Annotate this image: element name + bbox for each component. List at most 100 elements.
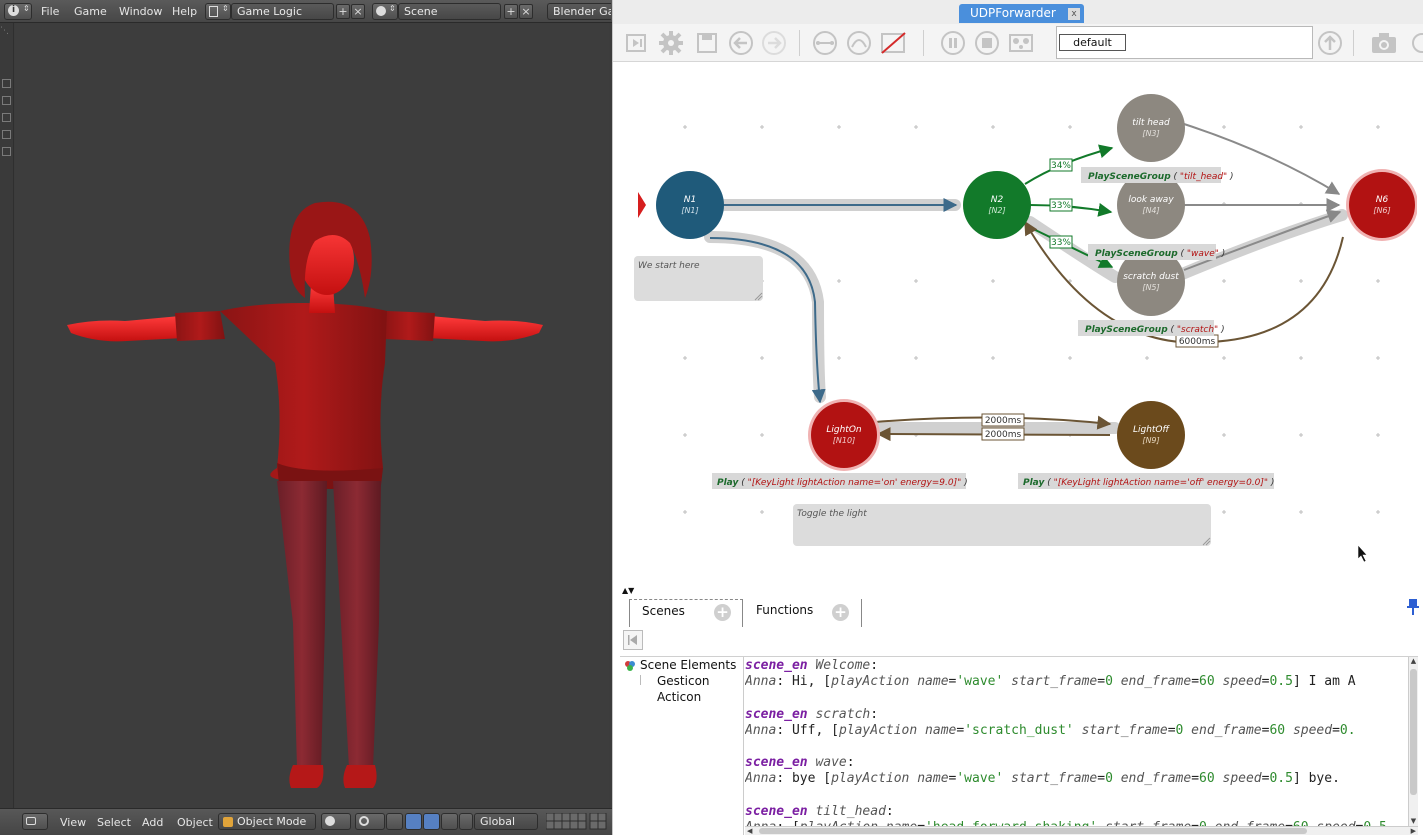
scene-dialogue-line: Anna: Uff, [playAction name='scratch_dus… xyxy=(745,722,1356,738)
edge-label-n4[interactable]: 33% xyxy=(1049,198,1073,212)
rotate-manipulator-icon[interactable] xyxy=(423,813,440,830)
command-wave[interactable]: PlaySceneGroup ( "wave" ) xyxy=(1088,244,1225,260)
settings-gear-icon[interactable] xyxy=(657,29,685,57)
scene-script-editor[interactable]: scene_en Welcome: Anna: Hi, [playAction n… xyxy=(745,657,1409,827)
strip-tab-icon[interactable] xyxy=(2,113,11,122)
menu-object[interactable]: Object xyxy=(177,816,213,829)
upload-icon[interactable] xyxy=(1316,29,1344,57)
remove-scene-button[interactable]: × xyxy=(519,4,533,19)
scroll-right-icon[interactable]: ▶ xyxy=(1411,827,1416,835)
overflow-icon[interactable] xyxy=(1408,29,1423,57)
redo-icon[interactable] xyxy=(760,29,788,57)
3d-viewport[interactable] xyxy=(15,23,609,808)
menu-view[interactable]: View xyxy=(60,816,86,829)
svg-text:scratch dust: scratch dust xyxy=(1123,272,1179,282)
add-screen-button[interactable]: + xyxy=(336,4,350,19)
tree-root[interactable]: Scene Elements xyxy=(640,658,736,672)
command-light-off[interactable]: Play ( "[KeyLight lightAction name='off'… xyxy=(1018,473,1274,489)
toolbar-separator xyxy=(799,30,800,56)
scene-icon[interactable]: ⇕ xyxy=(372,3,398,20)
scene-header-line: scene_en Welcome: xyxy=(745,658,879,673)
scroll-left-icon[interactable]: ◀ xyxy=(747,827,752,835)
command-scratch[interactable]: PlaySceneGroup ( "scratch" ) xyxy=(1078,320,1225,336)
start-marker-icon xyxy=(638,192,646,218)
orientation-select[interactable]: Global xyxy=(474,813,538,830)
add-scene-icon[interactable]: + xyxy=(714,604,731,621)
edge-label-n5[interactable]: 33% xyxy=(1049,235,1073,249)
menu-add[interactable]: Add xyxy=(142,816,163,829)
edge-label-n3[interactable]: 34% xyxy=(1049,158,1073,172)
render-engine-select[interactable]: Blender Gam xyxy=(547,3,611,20)
scroll-up-icon[interactable]: ▲ xyxy=(1409,657,1418,667)
pause-icon[interactable] xyxy=(939,29,967,57)
node-n2[interactable]: N2[N2] xyxy=(963,171,1031,239)
scene-flow-graph[interactable]: 34% 33% 33% 6000ms 2000ms 2000ms N1 [N1] … xyxy=(620,62,1417,584)
graph-canvas[interactable]: 34% 33% 33% 6000ms 2000ms 2000ms N1[N1] … xyxy=(620,62,1417,584)
stop-icon[interactable] xyxy=(973,29,1001,57)
tree-item-acticon[interactable]: Acticon xyxy=(657,690,701,704)
tree-item-gesticon[interactable]: Gesticon xyxy=(657,674,710,688)
manipulator-toggle-icon[interactable] xyxy=(386,813,403,830)
vertical-scroll-thumb[interactable] xyxy=(1410,669,1417,795)
run-to-end-icon[interactable] xyxy=(623,29,651,57)
remove-screen-button[interactable]: × xyxy=(351,4,365,19)
strip-handle-icon[interactable]: ⋱ xyxy=(0,26,13,36)
window-title-tab[interactable]: UDPForwarder x xyxy=(959,4,1084,23)
strip-tab-icon[interactable] xyxy=(2,147,11,156)
menu-window[interactable]: Window xyxy=(119,5,162,18)
menu-file[interactable]: File xyxy=(41,5,59,18)
straight-edge-icon[interactable] xyxy=(811,29,839,57)
shading-select-icon[interactable] xyxy=(321,813,351,830)
strip-tab-icon[interactable] xyxy=(2,96,11,105)
collapse-toggle-icon[interactable]: ▲▼ xyxy=(622,586,634,595)
vertical-scrollbar[interactable]: ▲ ▼ xyxy=(1408,657,1418,827)
save-icon[interactable] xyxy=(693,29,721,57)
no-edges-icon[interactable] xyxy=(879,29,907,57)
node-n3[interactable]: tilt head[N3] xyxy=(1117,94,1185,162)
edge-n5-n6[interactable] xyxy=(1183,209,1342,271)
horizontal-scrollbar[interactable]: ◀ ▶ xyxy=(745,826,1418,835)
command-tilt-head[interactable]: PlaySceneGroup ( "tilt_head" ) xyxy=(1081,167,1234,183)
add-function-icon[interactable]: + xyxy=(832,604,849,621)
visualize-icon[interactable] xyxy=(1007,29,1035,57)
command-light-on[interactable]: Play ( "[KeyLight lightAction name='on' … xyxy=(712,473,968,489)
scale-manipulator-icon[interactable] xyxy=(441,813,458,830)
scene-select[interactable]: default xyxy=(1059,34,1126,51)
svg-text:6000ms: 6000ms xyxy=(1179,337,1216,347)
undo-icon[interactable] xyxy=(727,29,755,57)
node-lightoff[interactable]: LightOff[N9] xyxy=(1117,401,1185,469)
screen-layout-icon[interactable]: ⇕ xyxy=(205,3,231,20)
menu-select[interactable]: Select xyxy=(97,816,131,829)
menu-help[interactable]: Help xyxy=(172,5,197,18)
close-window-button[interactable]: x xyxy=(1068,8,1080,20)
edge-n3-n6[interactable] xyxy=(1183,123,1341,195)
comment-start[interactable]: We start here xyxy=(634,256,763,301)
edge-label-timeout-n6[interactable]: 6000ms xyxy=(1175,334,1219,348)
pin-icon[interactable] xyxy=(1406,598,1420,616)
node-n1[interactable]: N1[N1] xyxy=(656,171,724,239)
strip-tab-icon[interactable] xyxy=(2,79,11,88)
translate-manipulator-icon[interactable] xyxy=(405,813,422,830)
menu-game[interactable]: Game xyxy=(74,5,107,18)
node-n6[interactable]: N6[N6] xyxy=(1346,169,1417,241)
editor-toolbar-button[interactable] xyxy=(623,630,643,650)
horizontal-scroll-thumb[interactable] xyxy=(759,828,1307,834)
tab-functions[interactable]: Functions + xyxy=(744,599,862,627)
tab-scenes[interactable]: Scenes + xyxy=(629,599,743,627)
curved-edge-icon[interactable] xyxy=(845,29,873,57)
edge-label-timeout-off[interactable]: 2000ms xyxy=(981,427,1025,441)
comment-toggle-light[interactable]: Toggle the light xyxy=(793,504,1211,546)
manipulator-extra-icon[interactable] xyxy=(459,813,473,830)
view3d-editor-icon[interactable] xyxy=(22,813,48,830)
screen-layout-field[interactable]: Game Logic xyxy=(231,3,334,20)
edge-label-timeout-on[interactable]: 2000ms xyxy=(981,413,1025,427)
add-scene-button[interactable]: + xyxy=(504,4,518,19)
editor-type-info-icon[interactable]: i ⇕ xyxy=(4,3,32,20)
camera-icon[interactable] xyxy=(1370,29,1398,57)
svg-text:LightOff: LightOff xyxy=(1133,425,1171,435)
pivot-select-icon[interactable] xyxy=(355,813,385,830)
strip-tab-icon[interactable] xyxy=(2,130,11,139)
node-lighton[interactable]: LightOn[N10] xyxy=(808,399,880,471)
layer-buttons[interactable] xyxy=(545,812,612,830)
scene-field[interactable]: Scene xyxy=(398,3,501,20)
